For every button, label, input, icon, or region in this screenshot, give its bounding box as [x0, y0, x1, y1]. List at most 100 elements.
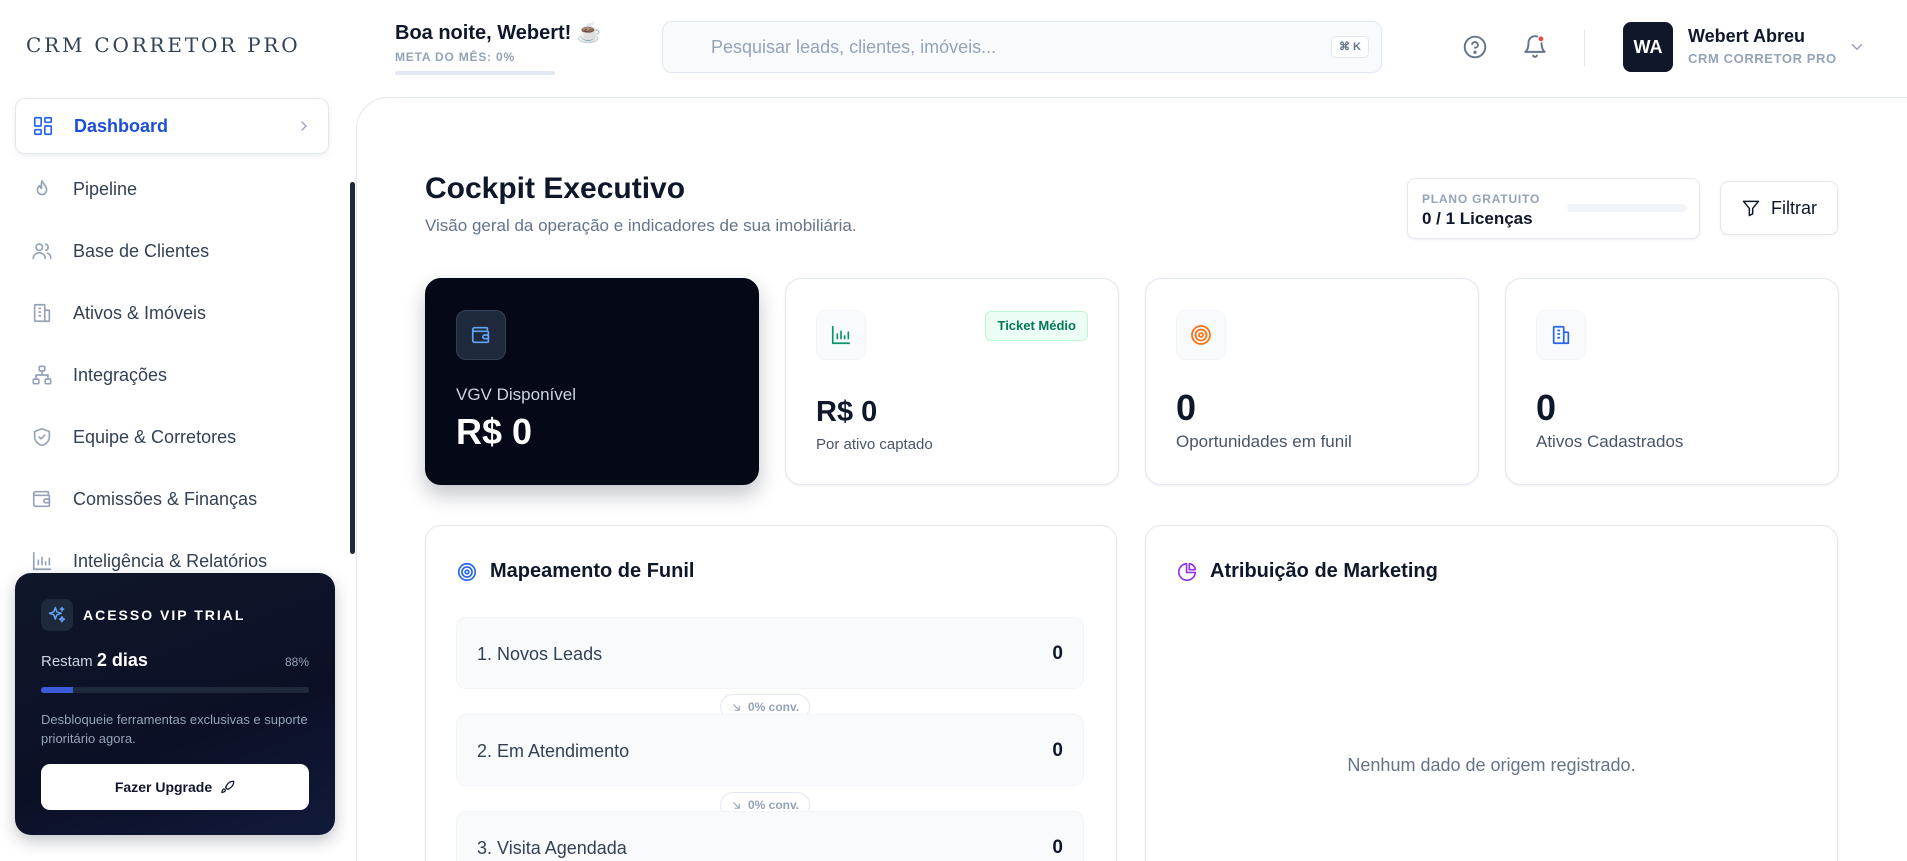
kpi-value: 0	[1176, 387, 1197, 428]
vip-percent: 88%	[284, 655, 309, 669]
filter-icon	[1741, 198, 1761, 218]
stage-name: 3. Visita Agendada	[477, 838, 627, 858]
sparkles-icon	[41, 599, 73, 631]
user-avatar[interactable]: WA	[1623, 22, 1673, 72]
plan-usage-bar	[1567, 204, 1687, 212]
dashboard-grid-icon	[32, 115, 54, 137]
vip-description: Desbloqueie ferramentas exclusivas e sup…	[41, 712, 308, 746]
sidebar-item-commissions[interactable]: Comissões & Finanças	[15, 471, 329, 527]
top-header: CRM CORRETOR PRO Boa noite, Webert! ☕ ME…	[0, 0, 1907, 95]
search-input[interactable]	[711, 22, 1311, 72]
page-subtitle: Visão geral da operação e indicadores de…	[425, 216, 857, 235]
sidebar-item-clients[interactable]: Base de Clientes	[15, 223, 329, 279]
upgrade-button-label: Fazer Upgrade	[114, 779, 213, 795]
vip-remaining-prefix: Restam	[41, 653, 93, 670]
vip-remaining-days: 2 dias	[96, 650, 148, 670]
kpi-value: R$ 0	[816, 396, 878, 428]
stage-name: 2. Em Atendimento	[477, 741, 630, 761]
upgrade-button[interactable]: Fazer Upgrade	[41, 764, 309, 810]
kpi-caption: Por ativo captado	[816, 436, 933, 453]
notification-bell-icon[interactable]	[1522, 34, 1548, 60]
sidebar-item-dashboard[interactable]: Dashboard	[15, 98, 329, 154]
sidebar-scrollbar[interactable]	[350, 182, 355, 554]
kpi-card-ticket: Ticket Médio R$ 0 Por ativo captado	[785, 278, 1119, 485]
funnel-stage[interactable]: 3. Visita Agendada 0	[456, 811, 1084, 861]
global-search[interactable]: ⌘ K	[662, 21, 1382, 73]
target-icon	[1176, 310, 1226, 360]
users-icon	[31, 240, 53, 262]
filter-button[interactable]: Filtrar	[1720, 181, 1838, 235]
stage-name: 1. Novos Leads	[477, 644, 603, 664]
sidebar-item-label: Dashboard	[74, 115, 169, 136]
kpi-card-opportunities: 0 Oportunidades em funil	[1145, 278, 1479, 485]
vip-progress-fill	[41, 687, 74, 693]
conversion-text: 0% conv.	[748, 700, 800, 714]
sidebar-item-label: Integrações	[73, 364, 168, 385]
help-icon[interactable]	[1462, 34, 1488, 60]
vip-trial-card: ACESSO VIP TRIAL Restam 2 dias 88% Desbl…	[15, 573, 335, 835]
wallet-icon	[31, 488, 53, 510]
sidebar-item-label: Base de Clientes	[73, 240, 210, 261]
arrow-down-right-icon	[733, 703, 740, 711]
monthly-goal-progress	[395, 71, 555, 75]
vip-progress	[41, 687, 309, 693]
greeting-text: Boa noite, Webert! ☕	[395, 22, 602, 44]
stage-count: 0	[1052, 740, 1063, 761]
building-icon	[1536, 310, 1586, 360]
kpi-card-assets: 0 Ativos Cadastrados	[1505, 278, 1839, 485]
chevron-down-icon[interactable]	[1848, 38, 1866, 56]
building-icon	[31, 302, 53, 324]
funnel-panel: Mapeamento de Funil 1. Novos Leads 0 0% …	[425, 525, 1117, 861]
kpi-value: 0	[1536, 387, 1557, 428]
rocket-icon	[220, 780, 235, 795]
stage-count: 0	[1052, 643, 1063, 664]
sidebar-item-label: Equipe & Corretores	[73, 426, 237, 447]
sidebar-item-label: Inteligência & Relatórios	[73, 550, 268, 571]
network-icon	[31, 364, 53, 386]
kpi-label: VGV Disponível	[456, 385, 576, 404]
monthly-goal-label: META DO MÊS: 0%	[395, 50, 516, 64]
sidebar-item-pipeline[interactable]: Pipeline	[15, 161, 329, 217]
sidebar-item-integrations[interactable]: Integrações	[15, 347, 329, 403]
ticket-medio-badge: Ticket Médio	[985, 311, 1088, 341]
kpi-value: R$ 0	[456, 411, 533, 452]
filter-button-label: Filtrar	[1771, 197, 1817, 218]
kpi-caption: Oportunidades em funil	[1176, 432, 1352, 451]
flame-icon	[31, 178, 53, 200]
user-subtitle: CRM CORRETOR PRO	[1688, 51, 1837, 66]
kpi-caption: Ativos Cadastrados	[1536, 432, 1684, 451]
vip-remaining: Restam 2 dias	[41, 650, 148, 671]
arrow-down-right-icon	[733, 801, 740, 809]
pie-chart-icon	[1176, 561, 1198, 583]
conversion-text: 0% conv.	[748, 798, 800, 812]
vip-title: ACESSO VIP TRIAL	[83, 607, 246, 623]
kpi-card-vgv: VGV Disponível R$ 0	[425, 278, 759, 485]
chevron-right-icon	[296, 118, 312, 134]
plan-license-box[interactable]: PLANO GRATUITO 0 / 1 Licenças	[1407, 178, 1700, 239]
marketing-panel-title: Atribuição de Marketing	[1176, 560, 1438, 583]
marketing-title-text: Atribuição de Marketing	[1210, 560, 1438, 582]
page-title: Cockpit Executivo	[425, 172, 686, 205]
sidebar-item-label: Pipeline	[73, 178, 138, 199]
header-divider	[1584, 30, 1585, 66]
sidebar-item-team[interactable]: Equipe & Corretores	[15, 409, 329, 465]
plan-value: 0 / 1 Licenças	[1422, 209, 1533, 228]
bar-chart-icon	[816, 310, 866, 360]
shield-icon	[31, 426, 53, 448]
user-name[interactable]: Webert Abreu	[1688, 26, 1805, 47]
stage-count: 0	[1052, 837, 1063, 858]
bar-chart-icon	[31, 550, 53, 572]
funnel-stage[interactable]: 2. Em Atendimento 0	[456, 714, 1084, 786]
funnel-stage[interactable]: 1. Novos Leads 0	[456, 617, 1084, 689]
sidebar-item-label: Ativos & Imóveis	[73, 302, 207, 323]
funnel-title-text: Mapeamento de Funil	[490, 560, 695, 582]
search-shortcut-badge: ⌘ K	[1331, 36, 1369, 58]
brand-logo[interactable]: CRM CORRETOR PRO	[26, 33, 300, 57]
plan-label: PLANO GRATUITO	[1422, 192, 1541, 206]
empty-state-message: Nenhum dado de origem registrado.	[1347, 755, 1636, 775]
sidebar-item-assets[interactable]: Ativos & Imóveis	[15, 285, 329, 341]
marketing-panel: Atribuição de Marketing Nenhum dado de o…	[1145, 525, 1838, 861]
funnel-panel-title: Mapeamento de Funil	[456, 560, 694, 583]
sidebar-item-label: Comissões & Finanças	[73, 488, 258, 509]
target-icon	[456, 561, 478, 583]
